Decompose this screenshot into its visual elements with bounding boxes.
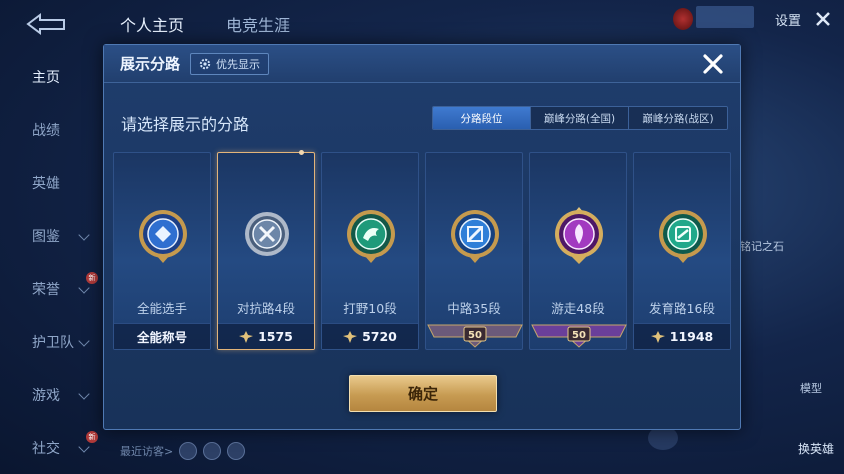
lane-card-footer: 5720: [322, 323, 418, 349]
lane-card-label: 发育路16段: [649, 301, 715, 316]
star-points-icon: [650, 330, 665, 343]
allround-emblem-icon: [139, 210, 187, 263]
chevron-down-icon: [78, 441, 90, 453]
lane-card-label: 游走48段: [551, 301, 605, 316]
close-icon[interactable]: [812, 8, 834, 30]
chevron-down-icon: [78, 229, 90, 241]
sidebar-item-heroes[interactable]: 英雄: [0, 156, 100, 209]
rank-badge-value: 50: [572, 330, 586, 341]
tab-profile[interactable]: 个人主页: [120, 12, 184, 36]
tab-lane-rank[interactable]: 分路段位: [433, 107, 531, 129]
lane-cards: 全能选手 全能称号 对抗路4段 1575 打野10段 5720 中路35段 50…: [113, 150, 731, 350]
sidebar-item-label: 英雄: [32, 175, 60, 192]
clash-lane-emblem-icon: [245, 212, 289, 256]
lane-card-jungle[interactable]: 打野10段 5720: [321, 152, 419, 350]
sidebar-item-guard[interactable]: 护卫队: [0, 315, 100, 368]
sidebar-item-games[interactable]: 游戏: [0, 368, 100, 421]
model-button[interactable]: 模型: [800, 380, 822, 396]
sidebar-item-home[interactable]: 主页: [0, 50, 100, 103]
sidebar-item-label: 护卫队: [32, 334, 74, 351]
sidebar-item-records[interactable]: 战绩: [0, 103, 100, 156]
priority-display-button[interactable]: 优先显示: [190, 52, 270, 75]
confirm-button[interactable]: 确定: [349, 375, 497, 412]
close-icon[interactable]: [700, 51, 726, 77]
new-badge: 新: [86, 431, 98, 443]
lane-card-footer: 全能称号: [114, 323, 210, 349]
tab-peak-lane-region[interactable]: 巅峰分路(战区): [629, 107, 727, 129]
jungle-emblem-icon: [347, 210, 395, 263]
lane-card-mid[interactable]: 中路35段 50: [425, 152, 523, 350]
sidebar-item-label: 荣誉: [32, 281, 60, 298]
dialog-title: 展示分路: [120, 55, 181, 73]
roam-emblem-icon: [555, 207, 603, 264]
lane-card-label: 全能选手: [136, 301, 187, 316]
lane-card-clash[interactable]: 对抗路4段 1575: [217, 150, 315, 350]
avatar[interactable]: [179, 442, 198, 460]
tab-esports-career[interactable]: 电竞生涯: [226, 12, 290, 36]
avatar[interactable]: [203, 442, 222, 460]
mid-lane-emblem-icon: [451, 210, 499, 263]
dialog-header: 展示分路 优先显示: [104, 45, 740, 83]
lane-display-dialog: 展示分路 优先显示 请选择展示的分路 分路段位 巅峰分路(全国) 巅峰分路(战区…: [103, 44, 741, 430]
farm-lane-emblem-icon: [659, 210, 707, 263]
recent-visitors-label: 最近访客>: [120, 445, 174, 458]
top-banner: [696, 6, 754, 28]
rank-ribbon: 50: [531, 324, 627, 348]
avatar[interactable]: [227, 442, 246, 460]
change-hero-button[interactable]: 换英雄: [798, 440, 834, 457]
chevron-down-icon: [78, 388, 90, 400]
sidebar-item-honors[interactable]: 荣誉 新: [0, 262, 100, 315]
lane-card-allround[interactable]: 全能选手 全能称号: [113, 152, 211, 350]
star-points-icon: [343, 330, 358, 343]
tab-peak-lane-national[interactable]: 巅峰分路(全国): [531, 107, 629, 129]
vip-badge-icon: [673, 8, 693, 30]
sidebar-item-label: 游戏: [32, 387, 60, 404]
recent-visitors[interactable]: 最近访客>: [120, 442, 246, 460]
lane-score: 5720: [362, 329, 397, 344]
new-badge: 新: [86, 272, 98, 284]
settings-button[interactable]: 设置: [775, 10, 801, 29]
lane-score: 1575: [258, 329, 293, 344]
lane-card-label: 中路35段: [447, 301, 501, 316]
allround-title-text: 全能称号: [136, 330, 187, 345]
rank-ribbon: 50: [427, 324, 523, 348]
lane-type-tabs: 分路段位 巅峰分路(全国) 巅峰分路(战区): [432, 106, 728, 130]
sidebar: 主页 战绩 英雄 图鉴 荣誉新 护卫队 游戏 社交新: [0, 50, 100, 474]
back-arrow-icon[interactable]: [20, 12, 70, 36]
lane-score: 11948: [669, 329, 714, 344]
lane-card-label: 打野10段: [343, 301, 397, 316]
sidebar-item-label: 图鉴: [32, 228, 60, 245]
lane-card-footer: 1575: [218, 323, 314, 349]
star-points-icon: [239, 330, 254, 343]
sidebar-item-label: 社交: [32, 440, 60, 457]
chevron-down-icon: [78, 335, 90, 347]
lane-card-roam[interactable]: 游走48段 50: [529, 152, 627, 350]
priority-display-label: 优先显示: [216, 57, 261, 71]
gear-icon: [199, 58, 211, 69]
sidebar-item-label: 主页: [32, 69, 60, 86]
lane-card-label: 对抗路4段: [237, 301, 295, 316]
lane-card-farm[interactable]: 发育路16段 11948: [633, 152, 731, 350]
rank-badge-value: 50: [468, 330, 482, 341]
top-tabs: 个人主页 电竞生涯: [120, 12, 290, 36]
sidebar-item-social[interactable]: 社交 新: [0, 421, 100, 474]
chevron-down-icon: [78, 282, 90, 294]
background-text: 铭记之石: [740, 240, 784, 253]
dialog-subtitle: 请选择展示的分路: [121, 115, 250, 134]
sidebar-item-codex[interactable]: 图鉴: [0, 209, 100, 262]
sidebar-item-label: 战绩: [32, 122, 60, 139]
lane-card-footer: 11948: [634, 323, 730, 349]
